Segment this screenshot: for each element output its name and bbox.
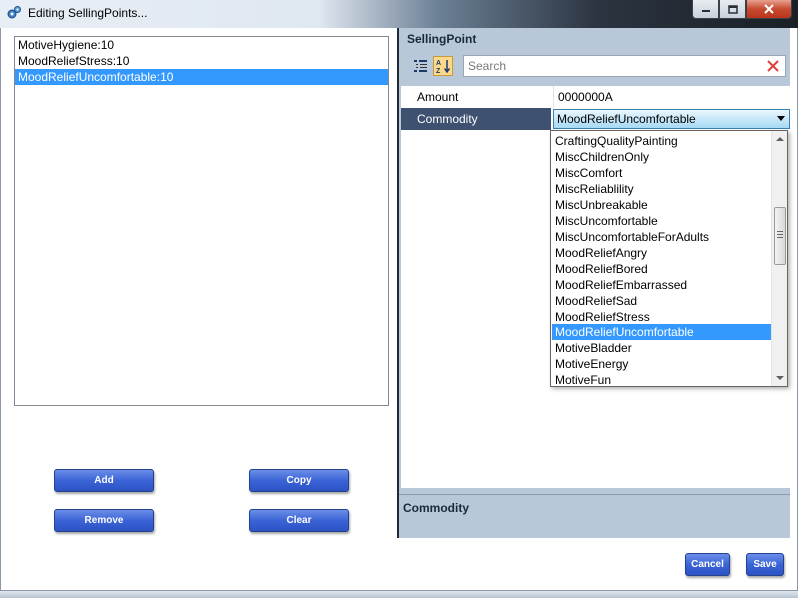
scroll-down-icon[interactable]	[776, 376, 784, 380]
dropdown-option[interactable]: MiscComfort	[552, 165, 772, 181]
window-controls	[692, 0, 792, 20]
maximize-icon	[727, 4, 738, 14]
add-button[interactable]: Add	[54, 469, 154, 492]
dropdown-option-selected[interactable]: MoodReliefUncomfortable	[552, 324, 772, 340]
selling-points-list[interactable]: MotiveHygiene:10 MoodReliefStress:10 Moo…	[14, 36, 389, 406]
categorized-icon	[414, 60, 427, 72]
dropdown-option[interactable]: MotiveFun	[552, 372, 772, 388]
dropdown-option[interactable]: MiscReliablility	[552, 181, 772, 197]
minimize-icon	[701, 10, 710, 12]
clear-search-icon[interactable]	[766, 59, 780, 73]
app-gear-icon	[7, 6, 21, 19]
dropdown-option[interactable]: CraftingQualityPainting	[552, 133, 772, 149]
property-search	[463, 55, 786, 77]
property-label: Amount	[417, 90, 459, 104]
description-title: Commodity	[403, 501, 469, 515]
dropdown-option[interactable]: MoodReliefEmbarrassed	[552, 277, 772, 293]
dropdown-option[interactable]: MotiveBladder	[552, 340, 772, 356]
sort-az-icon: A Z	[436, 60, 451, 74]
property-label: Commodity	[401, 108, 551, 130]
dropdown-option[interactable]: MiscUncomfortableForAdults	[552, 229, 772, 245]
property-row-commodity[interactable]: Commodity MoodReliefUncomfortable	[401, 108, 790, 130]
dropdown-option[interactable]: MiscChildrenOnly	[552, 149, 772, 165]
close-button[interactable]	[746, 0, 792, 19]
scrollbar-thumb[interactable]	[774, 207, 786, 265]
list-item-selected[interactable]: MoodReliefUncomfortable:10	[15, 69, 388, 85]
copy-button[interactable]: Copy	[249, 469, 349, 492]
grip-line	[777, 237, 783, 238]
dropdown-option[interactable]: MiscUnbreakable	[552, 197, 772, 213]
amount-value[interactable]: 0000000A	[553, 86, 790, 108]
title-bar: Editing SellingPoints...	[0, 0, 798, 28]
dropdown-option[interactable]: MoodReliefBored	[552, 261, 772, 277]
list-item[interactable]: MotiveHygiene:10	[15, 37, 388, 53]
dropdown-option[interactable]: MoodReliefAngry	[552, 245, 772, 261]
minimize-button[interactable]	[692, 0, 719, 19]
remove-button[interactable]: Remove	[54, 509, 154, 532]
alphabetical-sort-button[interactable]: A Z	[433, 56, 453, 76]
window-title: Editing SellingPoints...	[28, 6, 148, 20]
dropdown-scrollbar[interactable]	[771, 131, 787, 386]
scroll-up-icon[interactable]	[776, 137, 784, 141]
close-icon	[764, 4, 774, 14]
dropdown-option[interactable]: MoodReliefSad	[552, 293, 772, 309]
grip-line	[777, 231, 783, 232]
dropdown-option[interactable]: MotiveEnergy	[552, 356, 772, 372]
dropdown-option[interactable]: MoodReliefStress	[552, 309, 772, 325]
property-row-amount[interactable]: Amount 0000000A	[401, 86, 790, 108]
maximize-button[interactable]	[719, 0, 746, 19]
categorized-view-button[interactable]	[411, 56, 431, 76]
svg-text:A: A	[436, 60, 441, 67]
list-item[interactable]: MoodReliefStress:10	[15, 53, 388, 69]
chevron-down-icon[interactable]	[777, 116, 785, 121]
dropdown-option[interactable]: MiscUncomfortable	[552, 213, 772, 229]
commodity-selected-value: MoodReliefUncomfortable	[557, 112, 696, 126]
svg-text:Z: Z	[436, 68, 441, 74]
commodity-combobox[interactable]: MoodReliefUncomfortable	[553, 109, 790, 129]
property-grid-title: SellingPoint	[407, 32, 477, 46]
clear-button[interactable]: Clear	[249, 509, 349, 532]
search-input[interactable]	[464, 56, 754, 76]
window-bottom-edge	[0, 590, 798, 598]
description-panel: Commodity	[399, 494, 790, 538]
cancel-button[interactable]: Cancel	[685, 553, 730, 576]
grip-line	[777, 234, 783, 235]
commodity-dropdown-list[interactable]: CraftingQualityPainting MiscChildrenOnly…	[550, 130, 788, 387]
save-button[interactable]: Save	[746, 553, 784, 576]
